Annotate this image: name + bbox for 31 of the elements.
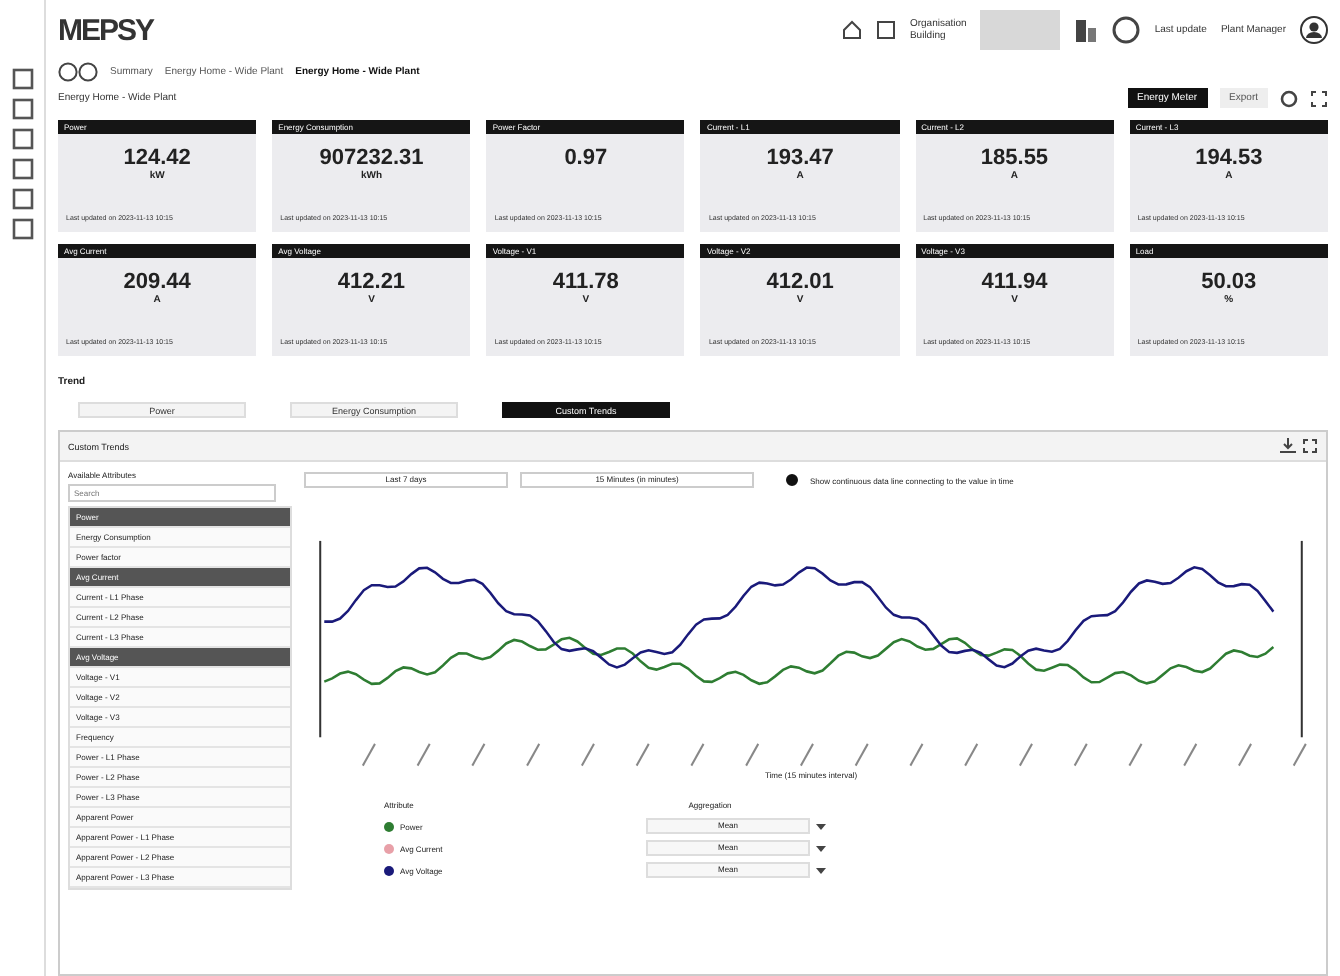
sidebar-nav-icon[interactable] — [11, 68, 33, 90]
metric-value: 50.03 — [1201, 270, 1257, 294]
metric-value: 412.21 — [337, 270, 406, 294]
home-icon[interactable] — [841, 20, 862, 40]
avatar-icon[interactable] — [1300, 16, 1328, 44]
nav-arrows-icon[interactable] — [58, 62, 98, 82]
radio-button[interactable] — [786, 474, 798, 486]
dropdown-icon[interactable] — [816, 843, 826, 853]
sidebar-nav-icon[interactable] — [11, 158, 33, 180]
logo-placeholder — [980, 10, 1061, 50]
metric-value: 185.55 — [980, 146, 1049, 170]
sidebar-nav-icon[interactable] — [11, 218, 33, 240]
metric-value: 194.53 — [1195, 146, 1263, 170]
expand-icon[interactable] — [1310, 89, 1328, 107]
sidebar-nav-icon[interactable] — [11, 128, 33, 150]
sidebar-nav-icon[interactable] — [11, 98, 33, 120]
sidebar-nav-icon[interactable] — [11, 188, 33, 210]
dropdown-icon[interactable] — [816, 865, 826, 875]
building-icon — [1074, 16, 1099, 44]
metric-value: 193.47 — [766, 146, 834, 170]
metric-value: 412.01 — [766, 270, 834, 294]
metric-value: 0.97 — [564, 146, 608, 170]
metric-value: 124.42 — [123, 146, 191, 170]
metric-value: 209.44 — [123, 270, 191, 294]
dropdown-icon[interactable] — [816, 821, 826, 831]
metric-value: 907232.31 — [319, 146, 424, 170]
metric-value: 411.78 — [552, 270, 619, 294]
download-icon[interactable] — [1280, 438, 1296, 454]
expand-icon[interactable] — [1302, 438, 1318, 454]
metric-value: 411.94 — [981, 270, 1048, 294]
logo: MEPSY — [58, 13, 154, 47]
